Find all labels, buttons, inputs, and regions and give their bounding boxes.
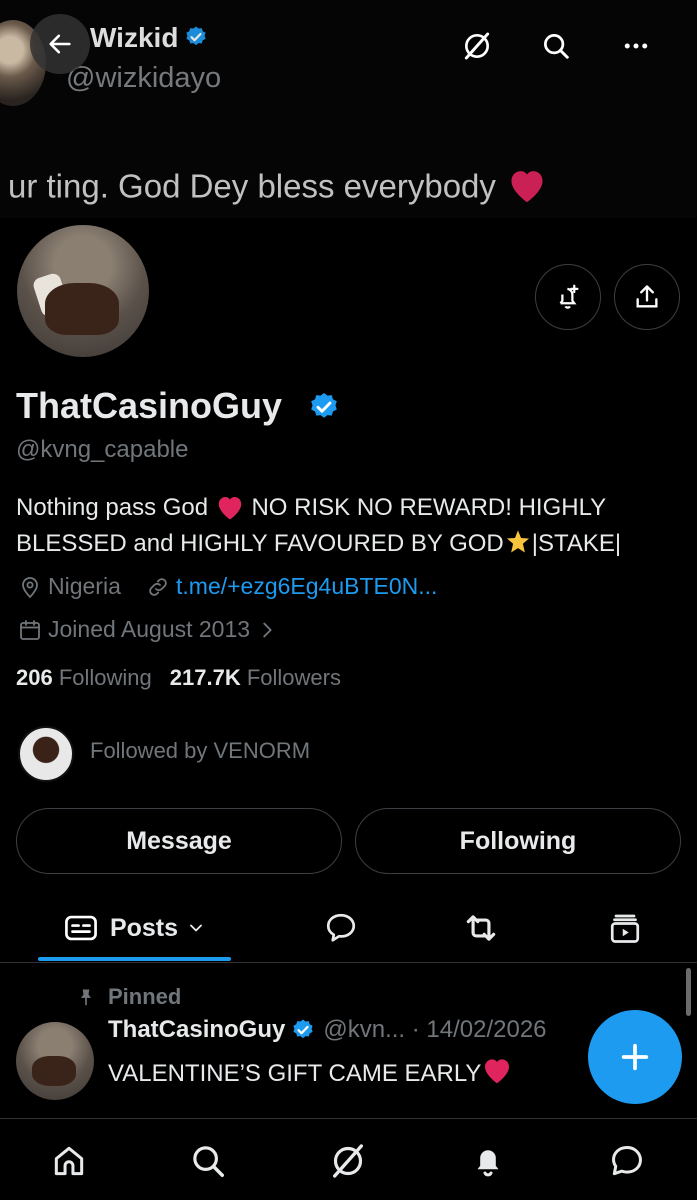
- grok-icon: [333, 1144, 363, 1178]
- profile-link[interactable]: t.me/+ezg6Eg4uBTE0N...: [146, 573, 437, 600]
- back-arrow-icon: [49, 34, 71, 54]
- link-icon: [149, 577, 167, 596]
- chevron-right-icon: [263, 622, 272, 637]
- tab-media[interactable]: [596, 895, 654, 961]
- search-button[interactable]: [526, 16, 586, 76]
- heart-icon: [481, 1055, 513, 1092]
- grok-button[interactable]: [447, 16, 507, 76]
- nav-messages[interactable]: [605, 1139, 649, 1183]
- profile-joined[interactable]: Joined August 2013: [18, 616, 284, 643]
- messages-icon: [612, 1146, 642, 1176]
- verified-badge-icon: [293, 1019, 313, 1039]
- add-notification-icon: [559, 284, 579, 309]
- tweet-handle-date: @kvn... · 14/02/2026: [323, 1016, 547, 1043]
- compose-button[interactable]: [588, 1010, 682, 1104]
- followers-stat[interactable]: 217.7K Followers: [170, 665, 341, 690]
- profile-avatar[interactable]: [14, 222, 152, 360]
- banner-handle: @wizkidayo: [66, 62, 222, 94]
- nav-notifications[interactable]: [466, 1139, 510, 1183]
- nav-search[interactable]: [186, 1139, 230, 1183]
- pinned-indicator: Pinned: [76, 984, 181, 1010]
- tweet-avatar[interactable]: [16, 1022, 94, 1100]
- chevron-down-icon: [190, 924, 202, 932]
- tweet-text[interactable]: VALENTINE’S GIFT CAME EARLY: [108, 1055, 513, 1092]
- tab-posts[interactable]: Posts: [40, 895, 230, 961]
- profile-bio: Nothing pass God NO RISK NO REWARD! HIGH…: [16, 494, 622, 558]
- replies-icon: [326, 913, 356, 942]
- grok-icon: [464, 32, 490, 60]
- profile-banner: Wizkid @wizkidayo ur ting. God Dey bless…: [0, 0, 697, 218]
- nav-home[interactable]: [47, 1139, 91, 1183]
- share-icon: [636, 285, 658, 308]
- verified-badge-icon[interactable]: [308, 391, 340, 428]
- share-button[interactable]: [614, 264, 680, 330]
- banner-tweet-text: ur ting. God Dey bless everybody: [8, 166, 548, 212]
- followed-by-text[interactable]: Followed by VENORM: [90, 738, 310, 764]
- verified-badge-icon: [184, 24, 208, 56]
- glowing-star-icon: [504, 530, 532, 557]
- banner-name: Wizkid: [90, 22, 208, 56]
- profile-handle: @kvng_capable: [16, 436, 189, 463]
- more-button[interactable]: [606, 16, 666, 76]
- posts-icon: [65, 915, 97, 941]
- bell-icon: [477, 1150, 499, 1177]
- calendar-icon: [20, 619, 40, 640]
- location-pin-icon: [22, 576, 38, 598]
- search-icon: [193, 1146, 224, 1177]
- tab-replies[interactable]: [312, 895, 370, 961]
- message-button[interactable]: Message: [16, 808, 342, 874]
- profile-location: Nigeria: [18, 573, 121, 600]
- scrollbar[interactable]: [686, 968, 691, 1016]
- repost-icon: [466, 915, 496, 941]
- tab-reposts[interactable]: [452, 895, 510, 961]
- tweet-author: ThatCasinoGuy: [108, 1016, 286, 1043]
- search-icon: [544, 34, 569, 59]
- following-stat[interactable]: 206 Following: [16, 665, 152, 690]
- tweet-header[interactable]: ThatCasinoGuy @kvn... · 14/02/2026: [108, 1016, 547, 1044]
- follow-stats: 206 Following 217.7K Followers: [16, 665, 341, 691]
- more-icon: [624, 43, 648, 49]
- display-name: ThatCasinoGuy: [16, 385, 283, 426]
- heart-icon: [506, 166, 548, 212]
- active-tab-indicator: [38, 957, 231, 961]
- home-icon: [54, 1146, 84, 1176]
- back-button[interactable]: [30, 14, 90, 74]
- media-icon: [610, 914, 640, 943]
- followed-by-avatar[interactable]: [18, 726, 74, 782]
- heart-icon: [215, 494, 245, 521]
- profile-tabs: Posts: [0, 895, 697, 963]
- plus-icon: [621, 1043, 649, 1071]
- following-button[interactable]: Following: [355, 808, 681, 874]
- add-notification-button[interactable]: [535, 264, 601, 330]
- pin-icon: [81, 989, 91, 1006]
- nav-grok[interactable]: [326, 1139, 370, 1183]
- bottom-navigation: [0, 1118, 697, 1200]
